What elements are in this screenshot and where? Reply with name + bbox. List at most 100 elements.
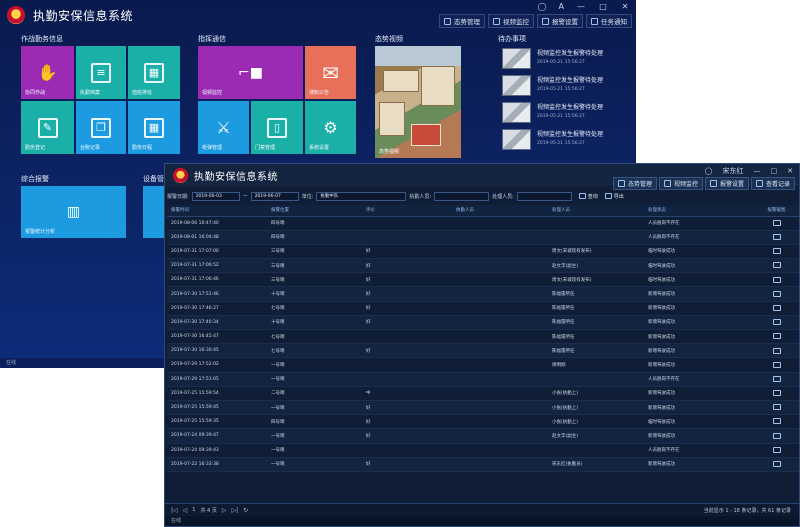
todo-item[interactable]: 视频监控发生报警待处理 2019-05-21 15:56:27 — [502, 48, 632, 75]
prev-page-button[interactable]: ◁ — [183, 507, 188, 514]
tile-door[interactable]: ▯ 门禁管理 — [251, 101, 303, 154]
minimize-button[interactable]: — — [576, 2, 586, 11]
refresh-icon[interactable]: ↻ — [243, 507, 248, 514]
tile-weapon[interactable]: ⚔ 枪弹管理 — [198, 101, 249, 154]
table-row[interactable]: 2019-07-25 15:59:54 二号哨中 小张(执勤上) 新增驾驶成功 — [167, 386, 799, 401]
table-cell: 宋东红(执勤员) — [548, 457, 644, 472]
date-from-input[interactable]: 2019-06-03 — [191, 191, 240, 201]
table-row[interactable]: 2019-07-30 17:46:27 七号哨好 陈福雷所任 新增驾驶成功 — [167, 301, 799, 316]
image-icon[interactable] — [772, 262, 781, 269]
table-row[interactable]: 2019-07-22 16:33:38 一号哨好 宋东红(执勤员) 新增驾驶成功 — [167, 457, 799, 472]
tile-edit[interactable]: ✎ 勤务登记 — [21, 101, 74, 154]
image-icon[interactable] — [772, 319, 781, 326]
image-icon[interactable] — [772, 219, 781, 226]
image-icon[interactable] — [772, 446, 781, 453]
task-notify-button[interactable]: 任务通知 — [586, 14, 632, 28]
tile-stats[interactable]: ▥ 报警统计分析 — [21, 186, 126, 238]
user-name: A — [558, 2, 564, 11]
tile-mail[interactable]: ✉ 通知公告 — [305, 46, 356, 99]
image-icon[interactable] — [772, 248, 781, 255]
column-header[interactable]: 处理状态 — [644, 205, 754, 217]
table-cell: 2019-08-06 10:47:40 — [167, 216, 267, 231]
tile-cooperate[interactable]: ✋ 协同作战 — [21, 46, 74, 99]
image-icon[interactable] — [772, 404, 781, 411]
tile-calendar2[interactable]: ▦ 勤务日程 — [128, 101, 180, 154]
table-row[interactable]: 2019-07-31 17:06:52 三号哨好 赵文丰(副主) 临时驾驶成功 — [167, 258, 799, 274]
last-page-button[interactable]: ▷| — [231, 507, 238, 514]
first-page-button[interactable]: |◁ — [171, 507, 178, 514]
table-row[interactable]: 2019-08-01 16:04:48 四号哨 人员脱岗不存在 — [167, 230, 799, 245]
image-icon[interactable] — [772, 290, 781, 297]
table-row[interactable]: 2019-07-30 16:45:47 七号哨 陈福雷所任 新增驾驶成功 — [167, 329, 799, 345]
todo-item[interactable]: 视频监控发生报警待处理 2019-05-21 15:56:27 — [502, 102, 632, 129]
table-row[interactable]: 2019-07-25 15:59:35 四号哨好 小张(执勤上) 临时驾驶成功 — [167, 414, 799, 430]
date-to-input[interactable]: 2019-06-07 — [250, 191, 299, 201]
table-row[interactable]: 2019-07-29 17:51:05 一号哨 人员脱岗不存在 — [167, 372, 799, 387]
tile-device-partial[interactable] — [143, 186, 164, 238]
table-cell: 七号哨 — [267, 301, 362, 316]
close-button[interactable]: ✕ — [787, 167, 793, 175]
column-header[interactable]: 执勤人员 — [452, 205, 548, 217]
column-header[interactable]: 处理人员 — [548, 205, 644, 217]
section-command-title: 指挥通信 — [198, 35, 226, 43]
todo-item[interactable]: 视频监控发生报警待处理 2019-05-21 15:56:27 — [502, 75, 632, 102]
image-icon[interactable] — [772, 333, 781, 340]
table-row[interactable]: 2019-07-29 17:52:02 一号哨 谢明刚 新增驾驶成功 — [167, 357, 799, 373]
unit-select[interactable]: 执勤中队 — [316, 191, 407, 201]
image-icon[interactable] — [772, 418, 781, 425]
tile-video[interactable]: ⌐■ 视频监控 — [198, 46, 303, 99]
table-cell — [548, 372, 644, 387]
search-button[interactable]: 查询 — [578, 193, 598, 200]
table-cell: 周文(宋城现有发布) — [548, 272, 644, 288]
maximize-button[interactable]: □ — [598, 2, 608, 11]
person-input[interactable] — [434, 191, 490, 201]
next-page-button[interactable]: ▷ — [222, 507, 227, 514]
maximize-button[interactable]: □ — [771, 167, 778, 175]
alarm-settings-button[interactable]: 报警设置 — [537, 14, 583, 28]
user-icon[interactable]: ◯ — [705, 167, 713, 175]
table-row[interactable]: 2019-08-06 10:47:40 四号哨 人员脱岗不存在 — [167, 216, 799, 231]
table-row[interactable]: 2019-07-30 17:51:46 十号哨好 陈福雷所任 新增驾驶成功 — [167, 286, 799, 302]
column-header[interactable]: 报警截图 — [754, 205, 799, 217]
table-cell: 一号哨 — [267, 372, 362, 387]
image-icon[interactable] — [772, 347, 781, 354]
table-row[interactable]: 2019-07-31 17:06:46 三号哨好 周文(宋城现有发布) 临时驾驶成功 — [167, 272, 799, 288]
panorama-photo[interactable]: 态势视频 — [375, 46, 461, 158]
table-row[interactable]: 2019-07-30 16:30:45 七号哨好 陈福雷所任 新增驾驶成功 — [167, 343, 799, 359]
image-icon[interactable] — [772, 304, 781, 311]
tile-settings[interactable]: ⚙ 系统设置 — [305, 101, 356, 154]
table-row[interactable]: 2019-07-24 09:39:47 一号哨好 赵文丰(副主) 新增驾驶成功 — [167, 428, 799, 444]
minimize-button[interactable]: — — [754, 167, 761, 175]
export-button[interactable]: 导出 — [604, 193, 624, 200]
image-icon[interactable] — [772, 361, 781, 368]
situation-button[interactable]: 态势管理 — [439, 14, 485, 28]
handler-input[interactable] — [516, 191, 572, 201]
table-cell — [452, 386, 548, 401]
user-icon[interactable]: ◯ — [538, 2, 547, 11]
image-icon[interactable] — [772, 461, 781, 468]
tile-record[interactable]: ≡ 执勤档案 — [76, 46, 126, 99]
table-cell: 四号哨 — [267, 414, 362, 430]
table-row[interactable]: 2019-07-30 17:40:34 十号哨好 陈福雷所任 新增驾驶成功 — [167, 315, 799, 331]
tile-calendar1[interactable]: ▦ 值班排班 — [128, 46, 180, 99]
table-row[interactable]: 2019-07-31 17:07:00 三号哨好 周文(宋城现有发布) 临时驾驶成功 — [167, 244, 799, 260]
table-row[interactable]: 2019-07-25 15:59:45 一号哨好 小张(执勤上) 新增驾驶成功 — [167, 400, 799, 416]
table-cell: 新增驾驶成功 — [644, 400, 754, 416]
image-icon[interactable] — [772, 375, 781, 382]
date-separator: — — [242, 193, 248, 199]
column-header[interactable]: 报警时间 — [167, 205, 267, 217]
video-monitor-button[interactable]: 视频监控 — [488, 14, 534, 28]
image-icon[interactable] — [772, 234, 781, 241]
page-number[interactable]: 1 — [192, 507, 195, 513]
table-row[interactable]: 2019-07-24 09:39:43 一号哨 人员脱岗不存在 — [167, 443, 799, 458]
table-cell — [452, 301, 548, 316]
image-icon[interactable] — [772, 390, 781, 397]
close-button[interactable]: ✕ — [620, 2, 630, 11]
table-cell — [362, 329, 452, 345]
image-icon[interactable] — [772, 276, 781, 283]
image-icon[interactable] — [772, 432, 781, 439]
column-header[interactable]: 评价 — [362, 205, 452, 217]
todo-item[interactable]: 视频监控发生报警待处理 2019-05-21 15:56:27 — [502, 129, 632, 156]
column-header[interactable]: 报警位置 — [267, 205, 362, 217]
tile-copy[interactable]: ❐ 台账记录 — [76, 101, 126, 154]
